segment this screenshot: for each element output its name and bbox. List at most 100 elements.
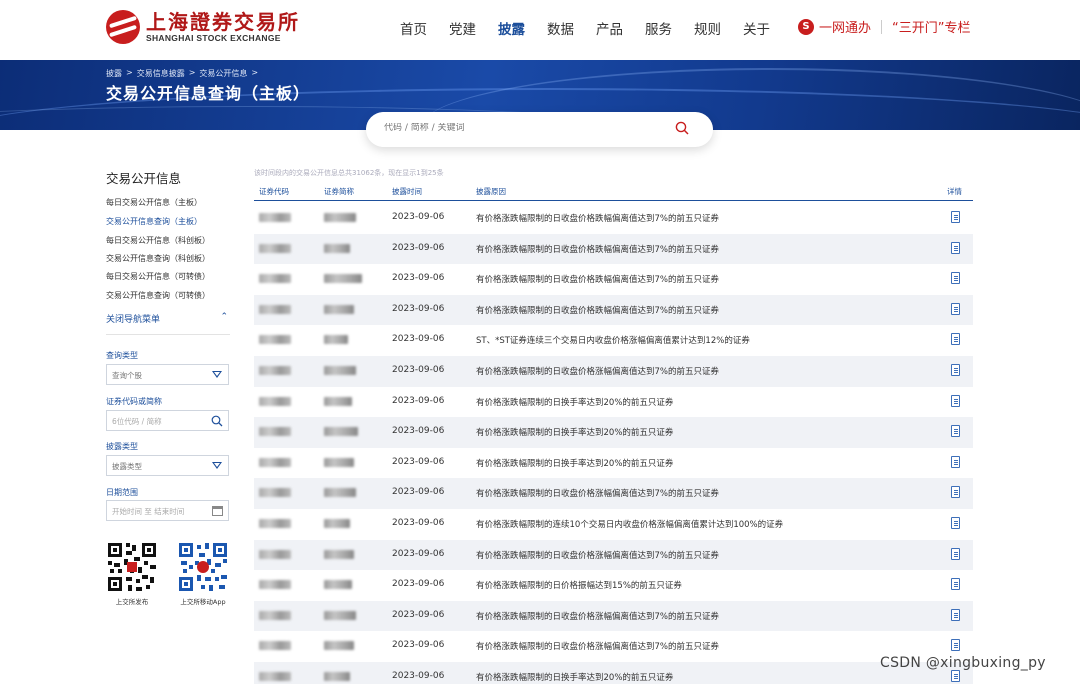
search-input[interactable] [384, 123, 664, 133]
one-stop-service-link[interactable]: 一网通办 [819, 17, 871, 36]
top-header: 上海證券交易所 SHANGHAI STOCK EXCHANGE 首页 党建 披露… [0, 0, 1080, 60]
table-row: 2023-09-06 有价格涨跌幅限制的日换手率达到20%的前五只证券 [254, 417, 973, 448]
table-row: 2023-09-06 有价格涨跌幅限制的日换手率达到20%的前五只证券 [254, 387, 973, 418]
code-label: 证券代码或简称 [106, 397, 162, 406]
detail-document-icon[interactable] [951, 670, 960, 682]
detail-document-icon[interactable] [951, 639, 960, 652]
disclosure-reason-cell: 有价格涨跌幅限制的日收盘价格涨幅偏离值达到7%的前五只证券 [476, 489, 719, 500]
header-disclosure-time: 披露时间 [392, 187, 422, 196]
disclosure-date-cell: 2023-09-06 [392, 395, 445, 406]
disclosure-date-cell: 2023-09-06 [392, 671, 445, 681]
detail-document-icon[interactable] [951, 394, 960, 407]
security-code-cell [259, 243, 291, 253]
sidebar-item-daily-main[interactable]: 每日交易公开信息（主板） [106, 197, 202, 208]
detail-document-icon[interactable] [951, 364, 960, 376]
logo-chinese-name: 上海證券交易所 [146, 10, 300, 34]
three-open-column-link[interactable]: “三开门”专栏 [892, 17, 970, 36]
nav-about[interactable]: 关于 [743, 18, 770, 38]
table-row: 2023-09-06 有价格涨跌幅限制的日收盘价格跌幅偏离值达到7%的前五只证券 [254, 264, 973, 295]
disclosure-date-cell: 2023-09-06 [392, 334, 445, 345]
nav-products[interactable]: 产品 [596, 18, 623, 38]
breadcrumb-trading-disclosure[interactable]: 交易信息披露 [137, 68, 185, 79]
disclosure-reason-cell: 有价格涨跌幅限制的连续10个交易日内收盘价格涨幅偏离值累计达到100%的证券 [476, 520, 784, 530]
security-code-cell [259, 672, 291, 681]
disclosure-reason-cell: 有价格涨跌幅限制的日收盘价格跌幅偏离值达到7%的前五只证券 [476, 244, 719, 255]
detail-document-icon[interactable] [951, 333, 960, 346]
detail-document-icon[interactable] [951, 547, 960, 560]
watermark: CSDN @xingbuxing_py [880, 655, 1046, 671]
calendar-icon[interactable] [212, 506, 223, 516]
disclosure-reason-cell: 有价格涨跌幅限制的日收盘价格跌幅偏离值达到7%的前五只证券 [476, 214, 719, 224]
nav-data[interactable]: 数据 [547, 18, 574, 38]
sidebar-item-daily-convertible[interactable]: 每日交易公开信息（可转债） [106, 271, 210, 282]
detail-document-icon[interactable] [951, 517, 960, 529]
search-icon[interactable] [675, 121, 689, 135]
disclosure-date-cell: 2023-09-06 [392, 365, 445, 375]
qr-code-sse-publish [106, 541, 158, 593]
security-name-cell [324, 427, 358, 437]
security-name-cell [324, 274, 362, 284]
sse-logo[interactable]: 上海證券交易所 SHANGHAI STOCK EXCHANGE [106, 10, 300, 44]
date-range-input[interactable]: 开始时间 至 结束时间 [106, 500, 229, 521]
sidebar-item-query-star[interactable]: 交易公开信息查询（科创板） [106, 253, 210, 264]
page-title: 交易公开信息查询（主板） [106, 84, 311, 103]
logo-english-name: SHANGHAI STOCK EXCHANGE [146, 33, 281, 43]
header-security-code: 证券代码 [259, 187, 289, 196]
disclosure-reason-cell: 有价格涨跌幅限制的日收盘价格涨幅偏离值达到7%的前五只证券 [476, 642, 719, 653]
breadcrumb-trading-public-info[interactable]: 交易公开信息 [199, 68, 247, 79]
disclosure-reason-cell: 有价格涨跌幅限制的日收盘价格涨幅偏离值达到7%的前五只证券 [476, 611, 719, 622]
detail-document-icon[interactable] [951, 578, 960, 591]
one-stop-icon: S [798, 18, 814, 35]
disclosure-reason-cell: 有价格涨跌幅限制的日换手率达到20%的前五只证券 [476, 673, 674, 683]
detail-document-icon[interactable] [951, 241, 960, 254]
nav-services[interactable]: 服务 [645, 18, 672, 38]
table-row: 2023-09-06 有价格涨跌幅限制的日价格振幅达到15%的前五只证券 [254, 570, 973, 601]
detail-document-icon[interactable] [951, 272, 960, 285]
search-box [366, 112, 713, 147]
security-name-cell [324, 213, 356, 222]
security-code-cell [259, 580, 291, 590]
security-code-cell [259, 549, 291, 559]
nav-party[interactable]: 党建 [449, 18, 476, 38]
security-code-cell [259, 213, 291, 222]
disclosure-date-cell: 2023-09-06 [392, 456, 445, 467]
disclosure-reason-cell: 有价格涨跌幅限制的日收盘价格跌幅偏离值达到7%的前五只证券 [476, 275, 719, 286]
sidebar-item-daily-star[interactable]: 每日交易公开信息（科创板） [106, 235, 210, 246]
security-name-cell [324, 488, 356, 498]
security-name-cell [324, 304, 354, 314]
main-nav: 首页 党建 披露 数据 产品 服务 规则 关于 [400, 18, 792, 38]
detail-document-icon[interactable] [951, 425, 960, 438]
table-row: 2023-09-06 有价格涨跌幅限制的日换手率达到20%的前五只证券 [254, 448, 973, 479]
disclosure-type-label: 披露类型 [106, 442, 138, 451]
security-code-cell [259, 641, 291, 651]
security-name-cell [324, 610, 356, 620]
query-type-value: 查询个股 [112, 371, 142, 380]
security-name-cell [324, 641, 354, 651]
detail-document-icon[interactable] [951, 302, 960, 315]
breadcrumb-disclosure[interactable]: 披露 [106, 68, 122, 79]
code-search-icon[interactable] [211, 415, 223, 427]
sidebar-item-query-convertible[interactable]: 交易公开信息查询（可转债） [106, 290, 210, 301]
collapse-nav-menu-button[interactable]: 关闭导航菜单 ⌃ [106, 312, 230, 325]
table-row: 2023-09-06 有价格涨跌幅限制的日收盘价格涨幅偏离值达到7%的前五只证券 [254, 478, 973, 509]
disclosure-type-select[interactable]: 披露类型 [106, 455, 229, 476]
sse-logo-mark [106, 10, 140, 44]
sidebar-item-query-main[interactable]: 交易公开信息查询（主板） [106, 216, 202, 227]
security-name-cell [324, 519, 350, 528]
header-disclosure-reason: 披露原因 [476, 187, 506, 196]
security-code-cell [259, 610, 291, 620]
table-row: 2023-09-06 有价格涨跌幅限制的日收盘价格涨幅偏离值达到7%的前五只证券 [254, 600, 973, 632]
nav-home[interactable]: 首页 [400, 18, 427, 38]
date-range-label: 日期范围 [106, 488, 138, 497]
detail-document-icon[interactable] [951, 455, 960, 468]
detail-document-icon[interactable] [951, 211, 960, 223]
security-name-cell [324, 243, 350, 253]
code-input-box[interactable]: 6位代码 / 简称 [106, 410, 229, 431]
disclosure-reason-cell: 有价格涨跌幅限制的日价格振幅达到15%的前五只证券 [476, 581, 682, 592]
detail-document-icon[interactable] [951, 486, 960, 499]
query-type-select[interactable]: 查询个股 [106, 364, 229, 385]
nav-disclosure[interactable]: 披露 [498, 18, 525, 38]
nav-rules[interactable]: 规则 [694, 18, 721, 38]
table-row: 2023-09-06 有价格涨跌幅限制的日收盘价格涨幅偏离值达到7%的前五只证券 [254, 631, 973, 662]
detail-document-icon[interactable] [951, 608, 960, 621]
